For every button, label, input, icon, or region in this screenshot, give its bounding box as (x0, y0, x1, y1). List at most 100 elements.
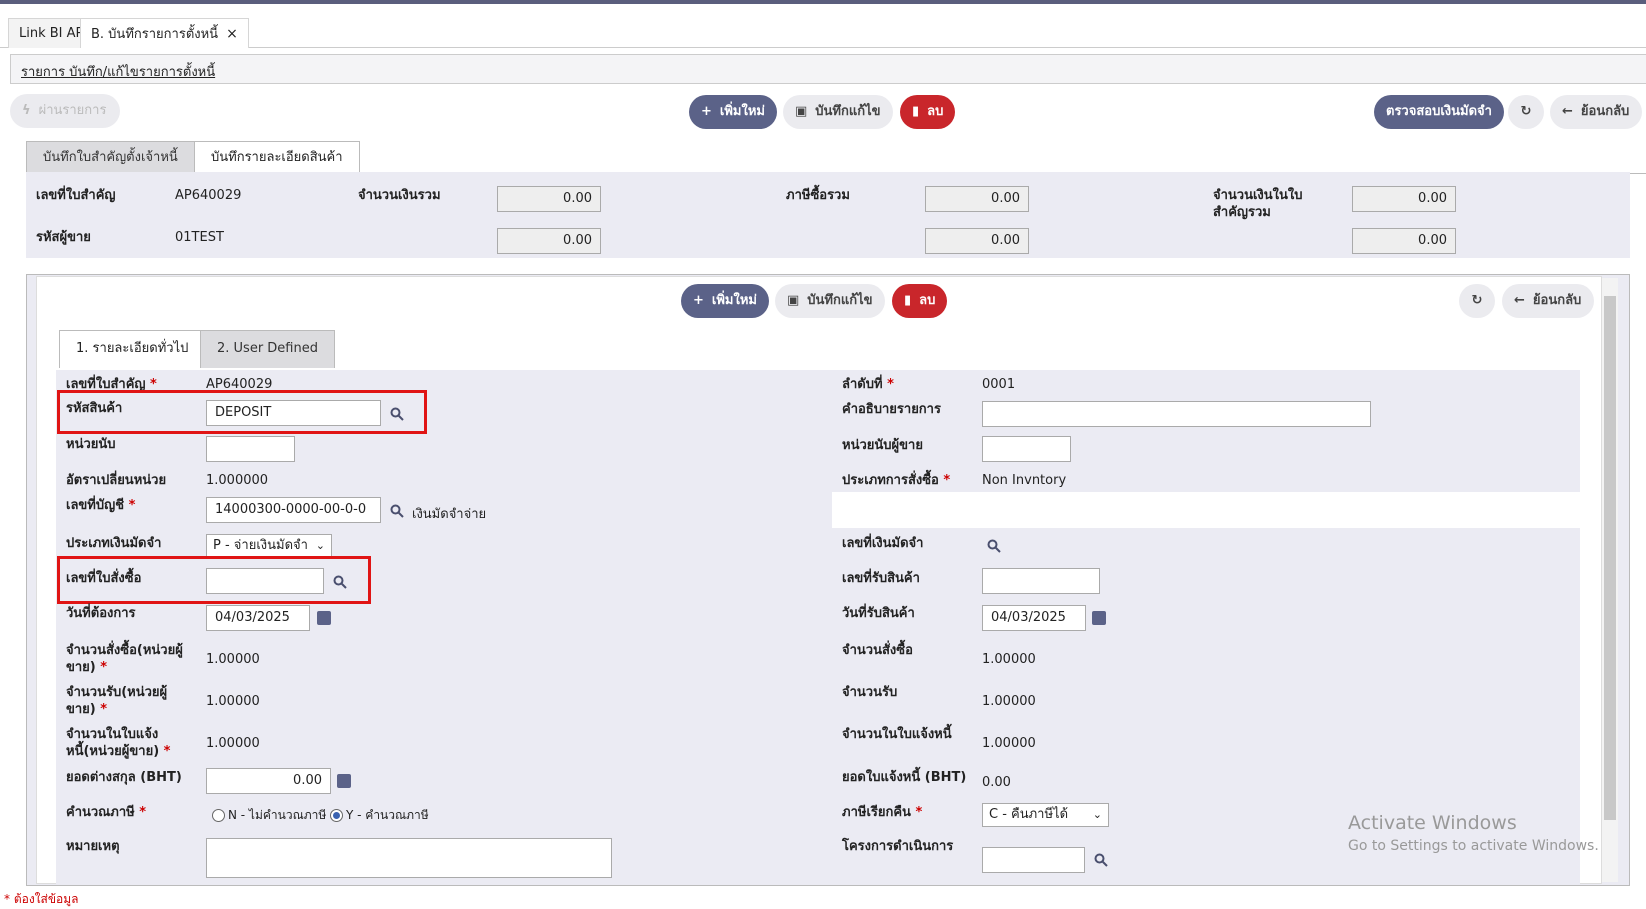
product-code-input[interactable]: DEPOSIT (206, 400, 381, 426)
label-text: ภาษีเรียกคืน (842, 805, 911, 820)
fx-amount-input[interactable]: 0.00 (206, 768, 331, 794)
label-text: เลขที่บัญชี (66, 498, 125, 513)
label-text: ประเภทการสั่งซื้อ (842, 473, 939, 488)
refresh-button[interactable]: ↻ (1508, 95, 1544, 129)
bolt-icon: ϟ (22, 103, 31, 118)
breadcrumb: รายการ บันทึก/แก้ไขรายการตั้งหนี้ (10, 54, 1646, 84)
voucher-no-label: เลขที่ใบสำคัญ (36, 188, 116, 203)
calendar-icon[interactable] (317, 611, 331, 625)
required-mark: * (100, 660, 108, 675)
tab-user-defined[interactable]: 2. User Defined (200, 330, 335, 368)
inner-back-button[interactable]: ← ย้อนกลับ (1502, 284, 1594, 318)
account-input[interactable]: 14000300-0000-00-0-0 (206, 497, 381, 523)
required-mark: * (128, 498, 136, 513)
chevron-down-icon: ⌄ (315, 539, 325, 552)
req-date-input[interactable]: 04/03/2025 (206, 605, 310, 631)
back-label: ย้อนกลับ (1580, 104, 1630, 119)
receipt-no-label: เลขที่รับสินค้า (842, 571, 920, 586)
order-type-value: Non Invntory (982, 473, 1067, 488)
remark-textarea[interactable] (206, 838, 612, 878)
order-qty-value: 1.00000 (982, 652, 1036, 667)
arrow-left-icon: ← (1514, 293, 1525, 308)
tab-label: บันทึกรายละเอียดสินค้า (211, 150, 343, 165)
deposit-no-label: เลขที่เงินมัดจำ (842, 536, 924, 551)
search-icon[interactable] (987, 539, 1001, 553)
vendor-code-label: รหัสผู้ขาย (36, 230, 91, 245)
inner-save-button[interactable]: ▣ บันทึกแก้ไข (775, 284, 885, 318)
search-icon[interactable] (390, 407, 404, 421)
tab-ap-entry[interactable]: B. บันทึกรายการตั้งหนี้ × (80, 18, 249, 48)
tab-product-detail[interactable]: บันทึกรายละเอียดสินค้า (194, 141, 360, 173)
tab-general[interactable]: 1. รายละเอียดทั่วไป (59, 330, 206, 368)
total-amount-field-2: 0.00 (497, 228, 601, 254)
pass-entry-label: ผ่านรายการ (38, 103, 107, 118)
total-amount-label: จำนวนเงินรวม (358, 188, 441, 203)
calc-tax-y-radio[interactable] (330, 809, 343, 822)
calc-tax-n-label: N - ไม่คำนวณภาษี (228, 808, 327, 822)
search-icon[interactable] (1094, 853, 1108, 867)
project-input[interactable] (982, 847, 1085, 873)
vendor-unit-input[interactable] (982, 436, 1071, 462)
tax-refund-label: ภาษีเรียกคืน * (842, 804, 922, 821)
check-deposit-button[interactable]: ตรวจสอบเงินมัดจำ (1374, 95, 1504, 129)
trash-icon: ▮ (904, 293, 912, 308)
required-mark: * (100, 702, 108, 717)
add-label: เพิ่มใหม่ (719, 104, 765, 119)
document-tabs: Link BI AP B. บันทึกรายการตั้งหนี้ × (0, 18, 1646, 48)
scrollbar-thumb[interactable] (1604, 296, 1616, 820)
delete-button[interactable]: ▮ ลบ (900, 95, 956, 129)
voucher-total-field-2: 0.00 (1352, 228, 1456, 254)
save-button[interactable]: ▣ บันทึกแก้ไข (783, 95, 893, 129)
inv-qty-vendor-label: จำนวนในใบแจ้งหนี้(หน่วยผู้ขาย) * (66, 726, 196, 760)
trash-icon: ▮ (912, 104, 920, 119)
back-button[interactable]: ← ย้อนกลับ (1550, 95, 1642, 129)
calculator-icon[interactable] (337, 774, 351, 788)
calc-tax-n-radio[interactable] (212, 809, 225, 822)
seq-value: 0001 (982, 377, 1016, 392)
required-mark: * (887, 377, 894, 392)
receipt-no-input[interactable] (982, 568, 1100, 594)
recv-qty-vendor-value: 1.00000 (206, 694, 260, 709)
fx-amount-label: ยอดต่างสกุล (BHT) (66, 770, 182, 785)
deposit-type-select[interactable]: P - จ่ายเงินมัดจำ ⌄ (206, 534, 332, 558)
search-icon[interactable] (390, 504, 404, 518)
receipt-date-input[interactable]: 04/03/2025 (982, 605, 1086, 631)
delete-label: ลบ (919, 293, 936, 308)
breadcrumb-link[interactable]: รายการ บันทึก/แก้ไขรายการตั้งหนี้ (21, 65, 215, 80)
required-mark: * (163, 744, 171, 759)
close-icon[interactable]: × (226, 26, 238, 42)
order-qty-vendor-value: 1.00000 (206, 652, 260, 667)
po-no-input[interactable] (206, 568, 324, 594)
tab-label: Link BI AP (19, 26, 84, 41)
pass-entry-button[interactable]: ϟ ผ่านรายการ (10, 94, 120, 128)
unit-input[interactable] (206, 436, 295, 462)
save-icon: ▣ (795, 104, 808, 119)
account-name: เงินมัดจำจ่าย (412, 507, 487, 522)
inner-refresh-button[interactable]: ↻ (1459, 284, 1495, 318)
calendar-icon[interactable] (1092, 611, 1106, 625)
inner-delete-button[interactable]: ▮ ลบ (892, 284, 948, 318)
save-icon: ▣ (787, 293, 800, 308)
tax-refund-select[interactable]: C - คืนภาษีได้ ⌄ (982, 803, 1109, 827)
plus-icon: + (701, 104, 712, 119)
voucher-total-label: จำนวนเงินในใบสำคัญรวม (1213, 188, 1303, 220)
label-text: จำนวนในใบแจ้งหนี้(หน่วยผู้ขาย) (66, 727, 160, 759)
save-label: บันทึกแก้ไข (815, 104, 881, 119)
activate-windows-title: Activate Windows (1348, 812, 1517, 834)
add-button[interactable]: + เพิ่มใหม่ (689, 95, 777, 129)
recv-qty-value: 1.00000 (982, 694, 1036, 709)
product-code-label: รหัสสินค้า (66, 401, 123, 416)
voucher-total-field: 0.00 (1352, 186, 1456, 212)
tab-label: บันทึกใบสำคัญตั้งเจ้าหนี้ (43, 150, 178, 165)
desc-input[interactable] (982, 401, 1371, 427)
recv-qty-vendor-label: จำนวนรับ(หน่วยผู้ขาย) * (66, 684, 196, 718)
search-icon[interactable] (333, 575, 347, 589)
remark-label: หมายเหตุ (66, 839, 120, 854)
back-label: ย้อนกลับ (1532, 293, 1582, 308)
inner-add-button[interactable]: + เพิ่มใหม่ (681, 284, 769, 318)
tab-label: 2. User Defined (217, 341, 318, 356)
conv-rate-value: 1.000000 (206, 473, 269, 488)
tab-voucher-header[interactable]: บันทึกใบสำคัญตั้งเจ้าหนี้ (26, 141, 195, 173)
chevron-down-icon: ⌄ (1092, 808, 1102, 821)
order-type-label: ประเภทการสั่งซื้อ * (842, 472, 950, 489)
